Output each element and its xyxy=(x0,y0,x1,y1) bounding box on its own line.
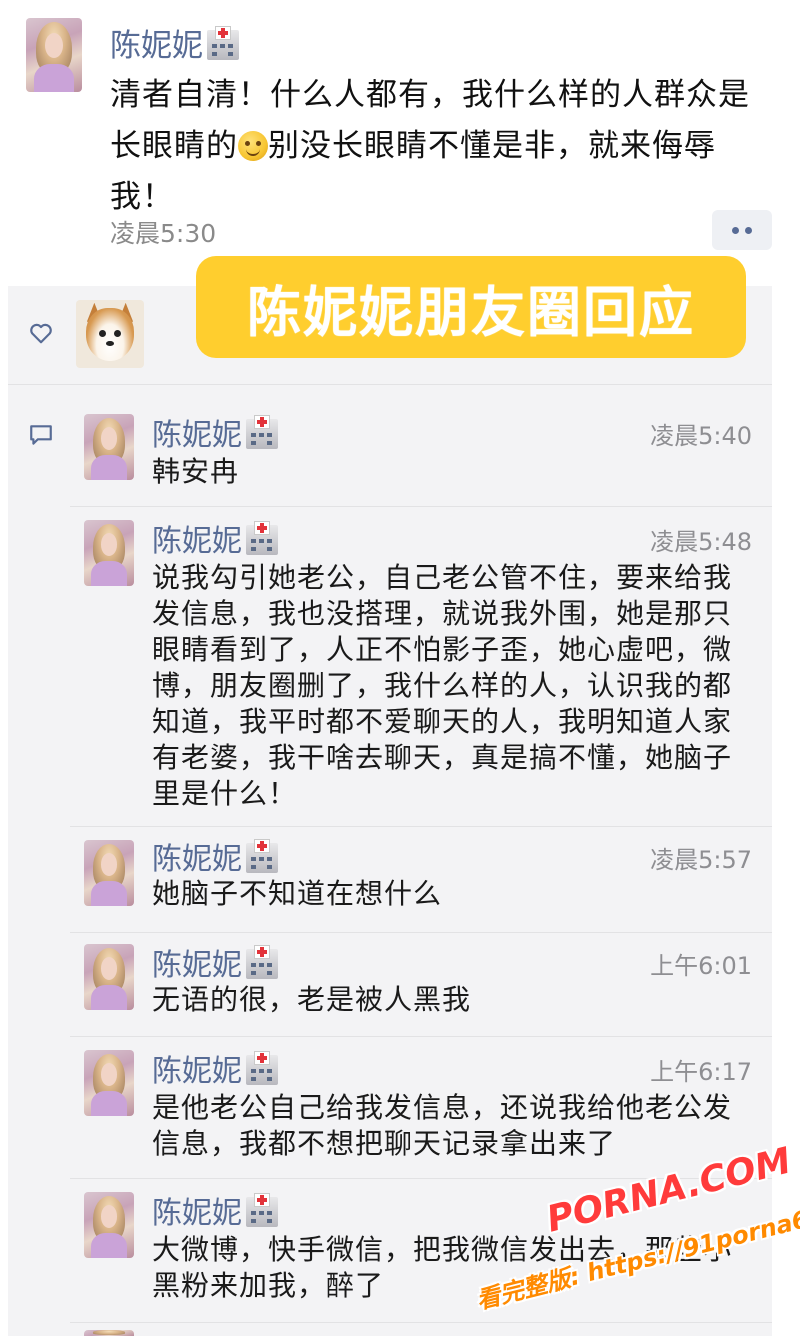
more-actions-button[interactable] xyxy=(712,210,772,250)
comment-time: 上午6:01 xyxy=(650,952,752,980)
comment-time: 凌晨5:48 xyxy=(650,528,752,556)
comment-text: 她脑子不知道在想什么 xyxy=(152,877,443,910)
hospital-icon xyxy=(244,521,280,555)
dot-icon xyxy=(732,226,739,234)
smile-emoji-icon xyxy=(238,131,268,161)
comment-time: 上午6:17 xyxy=(650,1058,752,1086)
comment-text: 说我勾引她老公，自己老公管不住，要来给我发信息，我也没搭理，就说我外围，她是那只… xyxy=(152,561,733,810)
comment-avatar[interactable] xyxy=(84,520,134,586)
hospital-icon xyxy=(244,945,280,979)
comment-time: 凌晨5:57 xyxy=(650,846,752,874)
liker-avatar[interactable] xyxy=(76,300,144,368)
like-row-divider xyxy=(8,384,772,385)
comment-author[interactable]: 陈妮妮 xyxy=(152,410,280,454)
comment-divider xyxy=(70,1322,772,1323)
post-text: 清者自清！什么人都有，我什么样的人群众是长眼睛的 别没长眼睛不懂是非，就来侮辱我！ xyxy=(110,77,750,215)
post-time: 凌晨5:30 xyxy=(110,219,217,248)
comment-text: 是他老公自己给我发信息，还说我给他老公发信息，我都不想把聊天记录拿出来了 xyxy=(152,1091,733,1160)
post-author-name[interactable]: 陈妮妮 xyxy=(110,20,241,65)
comment-text: 无语的很，老是被人黑我 xyxy=(152,983,472,1016)
hospital-icon xyxy=(244,1193,280,1227)
comment-avatar[interactable] xyxy=(84,1050,134,1116)
comment-author[interactable]: 陈妮妮 xyxy=(152,1046,280,1090)
comment-author[interactable]: 陈妮妮 xyxy=(152,834,280,878)
title-banner: 陈妮妮朋友圈回应 xyxy=(196,256,746,358)
comment-avatar[interactable] xyxy=(84,1330,134,1336)
comment-text: 韩安冉 xyxy=(152,455,240,488)
hospital-icon xyxy=(244,415,280,449)
comment-divider xyxy=(70,826,772,827)
comment-time: 凌晨5:40 xyxy=(650,422,752,450)
comment-avatar[interactable] xyxy=(84,414,134,480)
comment-icon xyxy=(30,425,52,445)
comment-author[interactable]: 陈妮妮 xyxy=(152,940,280,984)
hospital-icon xyxy=(205,26,241,60)
comment-divider xyxy=(70,1036,772,1037)
hospital-icon xyxy=(244,839,280,873)
comment-avatar[interactable] xyxy=(84,840,134,906)
post-author-avatar[interactable] xyxy=(26,18,82,92)
comment-author[interactable]: 陈妮妮 xyxy=(152,1188,280,1232)
comment-divider xyxy=(70,506,772,507)
dot-icon xyxy=(745,226,752,234)
comment-divider xyxy=(70,932,772,933)
hospital-icon xyxy=(244,1051,280,1085)
heart-icon xyxy=(30,323,52,344)
comment-avatar[interactable] xyxy=(84,1192,134,1258)
comment-author[interactable]: 陈妮妮 xyxy=(152,516,280,560)
comment-avatar[interactable] xyxy=(84,944,134,1010)
